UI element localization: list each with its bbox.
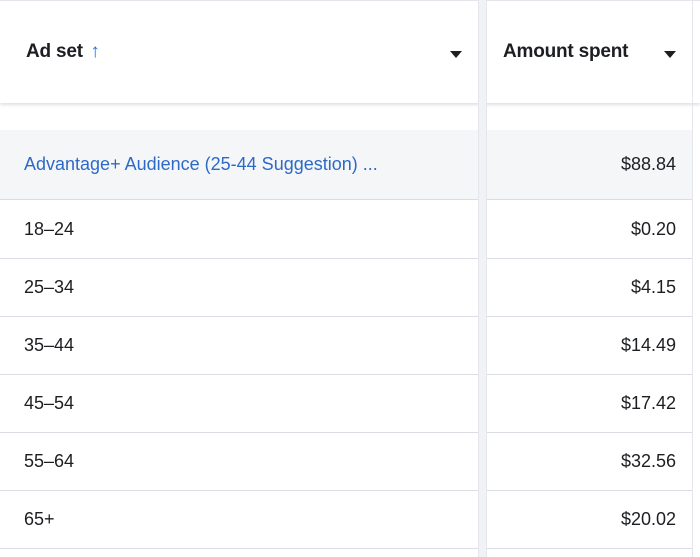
- age-range-label: 18–24: [24, 219, 75, 239]
- column-header-ad-set[interactable]: Ad set ↑: [0, 1, 478, 103]
- table-row[interactable]: 45–54 $17.42: [0, 375, 692, 433]
- age-range-label: 55–64: [24, 451, 75, 471]
- ads-table: Ad set ↑ Amount spent Advantage+ Audienc…: [0, 0, 700, 557]
- amount-spent-value: $88.84: [620, 154, 676, 174]
- age-range-label: 65+: [24, 509, 55, 529]
- column-header-amount-spent[interactable]: Amount spent: [487, 1, 692, 103]
- amount-spent-column-menu-caret-down-icon[interactable]: [664, 50, 676, 58]
- table-row-group[interactable]: Advantage+ Audience (25-44 Suggestion) .…: [0, 130, 692, 200]
- column-header-amount-spent-label: Amount spent: [503, 41, 629, 62]
- table-row[interactable]: 65+ $20.02: [0, 491, 692, 549]
- column-border: [692, 0, 693, 557]
- ad-set-link[interactable]: Advantage+ Audience (25-44 Suggestion) .…: [0, 130, 478, 199]
- age-range-label: 35–44: [24, 335, 75, 355]
- amount-spent-value: $32.56: [620, 451, 676, 471]
- table-row[interactable]: 25–34 $4.15: [0, 259, 692, 317]
- age-range-label: 45–54: [24, 393, 75, 413]
- ad-set-column-menu-caret-down-icon[interactable]: [450, 50, 462, 58]
- sort-ascending-icon[interactable]: ↑: [90, 41, 100, 62]
- table-header: Ad set ↑ Amount spent: [0, 0, 700, 103]
- amount-spent-value: $4.15: [630, 277, 676, 297]
- amount-spent-value: $0.20: [630, 219, 676, 239]
- table-row[interactable]: 55–64 $32.56: [0, 433, 692, 491]
- amount-spent-value: $17.42: [620, 393, 676, 413]
- amount-spent-value: $20.02: [620, 509, 676, 529]
- column-header-ad-set-label: Ad set: [26, 41, 83, 62]
- amount-spent-value: $14.49: [620, 335, 676, 355]
- age-range-label: 25–34: [24, 277, 75, 297]
- table-row[interactable]: 18–24 $0.20: [0, 201, 692, 259]
- column-resize-divider[interactable]: [478, 0, 487, 557]
- table-row[interactable]: 35–44 $14.49: [0, 317, 692, 375]
